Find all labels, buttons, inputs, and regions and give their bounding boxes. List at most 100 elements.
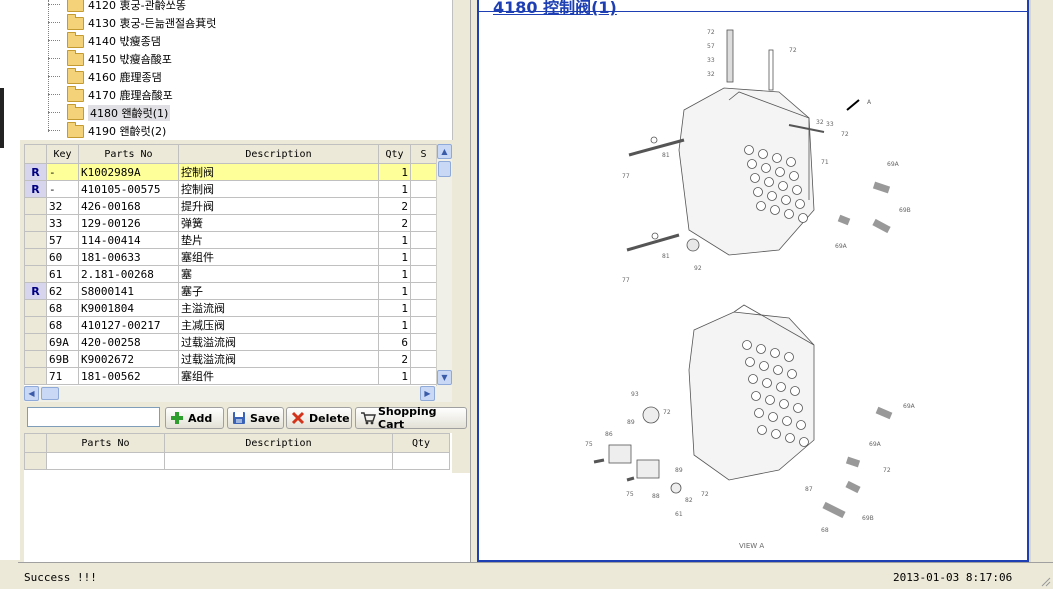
cell-qty[interactable]: 1 <box>378 180 411 198</box>
cell-qty[interactable]: 1 <box>378 265 411 283</box>
callout-label[interactable]: 86 <box>605 431 613 438</box>
cell-parts-no[interactable]: K1002989A <box>78 163 179 181</box>
scroll-down-button[interactable]: ▼ <box>437 370 452 385</box>
callout-label[interactable]: 75 <box>585 441 593 448</box>
cell-description[interactable]: 提升阀 <box>178 197 379 215</box>
callout-label[interactable]: 57 <box>707 43 715 50</box>
callout-label[interactable]: 72 <box>663 409 671 416</box>
callout-label[interactable]: 68 <box>821 527 829 534</box>
callout-label[interactable]: 92 <box>694 265 702 272</box>
cell-qty[interactable]: 1 <box>378 163 411 181</box>
callout-label[interactable]: 93 <box>631 391 639 398</box>
callout-label[interactable]: 87 <box>805 486 813 493</box>
callout-label[interactable]: 82 <box>685 497 693 504</box>
cell-description[interactable]: 主减压阀 <box>178 316 379 334</box>
scroll-thumb[interactable] <box>438 161 451 177</box>
column-header-s[interactable]: S <box>410 144 437 164</box>
cell-key[interactable]: 61 <box>46 265 79 283</box>
cell-s[interactable] <box>410 367 437 385</box>
callout-label[interactable]: 33 <box>707 57 715 64</box>
callout-label[interactable]: 69B <box>862 515 874 522</box>
callout-label[interactable]: 75 <box>626 491 634 498</box>
cell-description[interactable]: 控制阀 <box>178 180 379 198</box>
column-header-key[interactable]: Key <box>46 144 79 164</box>
cell-s[interactable] <box>410 180 437 198</box>
tree-item-4130[interactable]: 4130 衷궁-든늚괜절숌萁럿 <box>20 13 440 31</box>
exploded-view-drawing[interactable]: 7257333272A32 3372817771 69A69B69A81927793… <box>479 0 1027 560</box>
callout-label[interactable]: 69B <box>899 207 911 214</box>
add-button[interactable]: Add <box>165 407 224 429</box>
cell-s[interactable] <box>410 197 437 215</box>
cell-qty[interactable]: 1 <box>378 248 411 266</box>
callout-label[interactable]: 88 <box>652 493 660 500</box>
cell-key[interactable]: 57 <box>46 231 79 249</box>
table-row[interactable]: 71 181-00562 塞组件 1 <box>24 367 437 385</box>
callout-label[interactable]: 72 <box>701 491 709 498</box>
cell-description[interactable]: 过载溢流阀 <box>178 333 379 351</box>
column-header-parts-no[interactable]: Parts No <box>78 144 179 164</box>
table-row[interactable] <box>24 452 450 470</box>
cell-description[interactable]: 塞组件 <box>178 367 379 385</box>
callout-label[interactable]: 32 <box>707 71 715 78</box>
callout-label[interactable]: 69A <box>869 441 882 448</box>
cell-key[interactable]: - <box>46 180 79 198</box>
category-tree[interactable]: 4120 衷궁-관齡쏘똥 4130 衷궁-든늚괜절숌萁럿 4140 뱏瘦종댐 4150… <box>20 0 453 140</box>
table-row[interactable]: 33 129-00126 弹簧 2 <box>24 214 437 232</box>
cell-parts-no[interactable]: K9001804 <box>78 299 179 317</box>
cell-qty[interactable]: 2 <box>378 197 411 215</box>
cell-s[interactable] <box>410 299 437 317</box>
scroll-right-button[interactable]: ▶ <box>420 386 435 401</box>
callout-label[interactable]: 33 <box>826 121 834 128</box>
cell-key[interactable]: 62 <box>46 282 79 300</box>
cell-qty[interactable]: 2 <box>378 350 411 368</box>
delete-button[interactable]: Delete <box>286 407 352 429</box>
cell-parts-no[interactable]: 181-00562 <box>78 367 179 385</box>
cell-parts-no[interactable]: 410127-00217 <box>78 316 179 334</box>
column-header-description[interactable]: Description <box>164 433 393 453</box>
cell-key[interactable]: 33 <box>46 214 79 232</box>
tree-item-4170[interactable]: 4170 鹿理숌酸포 <box>20 85 440 103</box>
cell-qty[interactable]: 6 <box>378 333 411 351</box>
diagram-panel[interactable]: 4180 控制阀(1) 72 57 33 32 72 A 32 33 72 81… <box>477 0 1029 562</box>
cell-qty[interactable]: 1 <box>378 282 411 300</box>
cell-description[interactable]: 控制阀 <box>178 163 379 181</box>
cell-s[interactable] <box>410 231 437 249</box>
cell-parts-no[interactable]: 420-00258 <box>78 333 179 351</box>
tree-item-4160[interactable]: 4160 鹿理종댐 <box>20 67 440 85</box>
callout-label[interactable]: 32 <box>816 119 824 126</box>
cell-parts-no[interactable]: 410105-00575 <box>78 180 179 198</box>
callout-label[interactable]: 69A <box>835 243 848 250</box>
cell-parts-no[interactable] <box>46 452 165 470</box>
part-number-input[interactable] <box>27 407 160 427</box>
cell-s[interactable] <box>410 350 437 368</box>
callout-label[interactable]: A <box>867 99 872 106</box>
callout-label[interactable]: 69A <box>903 403 916 410</box>
cell-description[interactable]: 弹簧 <box>178 214 379 232</box>
cell-key[interactable]: 60 <box>46 248 79 266</box>
scroll-thumb[interactable] <box>41 387 59 400</box>
table-row[interactable]: 32 426-00168 提升阀 2 <box>24 197 437 215</box>
cell-parts-no[interactable]: 114-00414 <box>78 231 179 249</box>
callout-label[interactable]: 77 <box>622 173 630 180</box>
cell-description[interactable]: 塞 <box>178 265 379 283</box>
cell-description[interactable]: 塞子 <box>178 282 379 300</box>
tree-item-4150[interactable]: 4150 뱏瘦숌酸포 <box>20 49 440 67</box>
cell-key[interactable]: 69B <box>46 350 79 368</box>
cell-key[interactable]: 68 <box>46 299 79 317</box>
cell-key[interactable]: 71 <box>46 367 79 385</box>
callout-label[interactable]: 71 <box>821 159 829 166</box>
resize-grip-icon[interactable] <box>1039 575 1051 587</box>
cell-s[interactable] <box>410 316 437 334</box>
cell-description[interactable]: 主溢流阀 <box>178 299 379 317</box>
column-header-qty[interactable]: Qty <box>378 144 411 164</box>
cell-description[interactable]: 塞组件 <box>178 248 379 266</box>
cell-qty[interactable]: 1 <box>378 316 411 334</box>
cell-qty[interactable]: 1 <box>378 367 411 385</box>
parts-grid[interactable]: Key Parts No Description Qty S R - K100298… <box>24 144 452 386</box>
grid-horizontal-scrollbar[interactable]: ◀ ▶ <box>24 386 452 402</box>
callout-label[interactable]: 89 <box>675 467 683 474</box>
cell-s[interactable] <box>410 163 437 181</box>
callout-label[interactable]: 72 <box>707 29 715 36</box>
cell-qty[interactable]: 1 <box>378 299 411 317</box>
table-row[interactable]: 60 181-00633 塞组件 1 <box>24 248 437 266</box>
